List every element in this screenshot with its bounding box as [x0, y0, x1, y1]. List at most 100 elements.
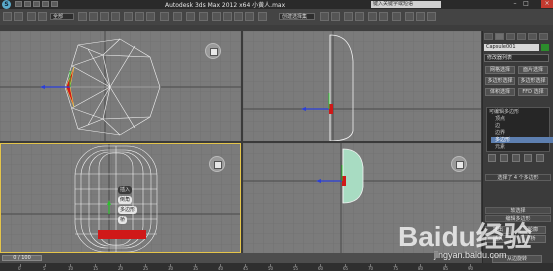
- curve-editor-icon[interactable]: [368, 12, 377, 21]
- track-tick-label: 50: [268, 266, 274, 271]
- viewport-front[interactable]: [243, 31, 481, 141]
- stack-item-edge[interactable]: 边: [495, 123, 500, 129]
- track-tick-label: 70: [368, 266, 374, 271]
- stack-item-element[interactable]: 元素: [495, 144, 505, 150]
- layer-manager-icon[interactable]: [344, 12, 353, 21]
- track-tick-label: 85: [443, 266, 449, 271]
- unlink-icon[interactable]: [38, 12, 47, 21]
- pivot-icon[interactable]: [173, 12, 182, 21]
- angle-snap-icon[interactable]: [223, 12, 232, 21]
- select-object-icon[interactable]: [78, 12, 87, 21]
- stack-item-border[interactable]: 边界: [495, 130, 505, 136]
- minimize-icon[interactable]: –: [510, 0, 520, 8]
- quad-menu-item-insert[interactable]: 插入: [118, 186, 133, 194]
- open-file-icon[interactable]: [24, 1, 31, 7]
- ffd-select-button[interactable]: FFD 选择: [518, 88, 548, 96]
- track-tick-label: 75: [393, 266, 399, 271]
- app-logo-icon[interactable]: S: [2, 0, 11, 9]
- soft-selection-rollout[interactable]: 软选择: [485, 207, 551, 214]
- rectangle-selection-icon[interactable]: [100, 12, 109, 21]
- tab-hierarchy-icon[interactable]: [506, 33, 515, 40]
- scale-icon[interactable]: [146, 12, 155, 21]
- percent-snap-icon[interactable]: [234, 12, 243, 21]
- track-tick-label: 20: [118, 266, 124, 271]
- selection-status: 选择了 4 个多边形: [485, 174, 551, 181]
- mesh-select-button[interactable]: 网格选择: [485, 66, 515, 74]
- poly-select-button-a[interactable]: 多边形选择: [485, 77, 515, 85]
- keyboard-shortcut-icon[interactable]: [199, 12, 208, 21]
- track-tick-label: 15: [93, 266, 99, 271]
- track-tick-label: 60: [318, 266, 324, 271]
- show-end-result-icon[interactable]: [500, 154, 508, 162]
- search-input[interactable]: 键入关键字或短语: [371, 1, 441, 8]
- viewcube-perspective-icon[interactable]: [451, 156, 467, 172]
- viewport-top[interactable]: [0, 31, 241, 141]
- tab-utilities-icon[interactable]: [539, 33, 548, 40]
- stack-root-editable-poly[interactable]: 可编辑多边形: [489, 109, 519, 115]
- reference-coord-icon[interactable]: [160, 12, 169, 21]
- rendered-frame-icon[interactable]: [416, 12, 425, 21]
- patch-select-button[interactable]: 面片选择: [518, 66, 548, 74]
- tab-modify-icon[interactable]: [495, 33, 504, 40]
- snap-toggle-icon[interactable]: [212, 12, 221, 21]
- track-tick-label: 65: [343, 266, 349, 271]
- stack-item-vertex[interactable]: 顶点: [495, 116, 505, 122]
- undo-tool-icon[interactable]: [3, 12, 12, 21]
- tab-motion-icon[interactable]: [517, 33, 526, 40]
- new-file-icon[interactable]: [15, 1, 22, 7]
- track-tick-label: 30: [168, 266, 174, 271]
- window-crossing-icon[interactable]: [111, 12, 120, 21]
- pin-stack-icon[interactable]: [488, 154, 496, 162]
- mirror-icon[interactable]: [320, 12, 329, 21]
- time-slider-thumb[interactable]: 0 / 100: [2, 255, 42, 261]
- close-icon[interactable]: ×: [541, 0, 553, 8]
- move-icon[interactable]: [124, 12, 133, 21]
- object-color-swatch[interactable]: [541, 44, 549, 51]
- vol-select-button[interactable]: 体积选择: [485, 88, 515, 96]
- track-tick-label: 35: [193, 266, 199, 271]
- maximize-icon[interactable]: □: [521, 0, 531, 8]
- track-tick-label: 0: [18, 266, 21, 271]
- material-editor-icon[interactable]: [392, 12, 401, 21]
- track-tick-label: 90: [468, 266, 474, 271]
- viewcube-top-icon[interactable]: [205, 43, 221, 59]
- graphite-ribbon-icon[interactable]: [355, 12, 364, 21]
- edit-named-selection-icon[interactable]: [258, 12, 267, 21]
- quad-menu-item-bridge[interactable]: 桥: [118, 216, 128, 224]
- redo-icon[interactable]: [51, 1, 58, 7]
- track-tick-label: 45: [243, 266, 249, 271]
- tab-create-icon[interactable]: [484, 33, 493, 40]
- poly-select-button-b[interactable]: 多边形选择: [518, 77, 548, 85]
- rotate-icon[interactable]: [135, 12, 144, 21]
- render-icon[interactable]: [427, 12, 436, 21]
- quad-menu-item-polygon[interactable]: 多边形: [118, 206, 138, 214]
- modifier-list-dropdown[interactable]: 修改器列表: [484, 54, 549, 62]
- selection-filter-dropdown[interactable]: 全部: [50, 13, 74, 20]
- redo-tool-icon[interactable]: [14, 12, 23, 21]
- select-manipulate-icon[interactable]: [186, 12, 195, 21]
- render-setup-icon[interactable]: [405, 12, 414, 21]
- track-tick-label: 55: [293, 266, 299, 271]
- spinner-snap-icon[interactable]: [245, 12, 254, 21]
- track-tick-label: 80: [418, 266, 424, 271]
- quad-menu-item-bevel[interactable]: 倒角: [118, 196, 133, 204]
- configure-sets-icon[interactable]: [536, 154, 544, 162]
- viewcube-left-icon[interactable]: [209, 156, 225, 172]
- command-panel-tabs: [484, 33, 551, 40]
- object-name-field[interactable]: Capsule001: [484, 44, 539, 51]
- baidu-watermark-url: jingyan.baidu.com: [434, 250, 507, 260]
- quad-menu: 插入 倒角 多边形 桥: [118, 186, 140, 232]
- select-by-name-icon[interactable]: [89, 12, 98, 21]
- tab-display-icon[interactable]: [528, 33, 537, 40]
- track-tick-label: 5: [43, 266, 46, 271]
- make-unique-icon[interactable]: [512, 154, 520, 162]
- remove-modifier-icon[interactable]: [524, 154, 532, 162]
- link-icon[interactable]: [27, 12, 36, 21]
- stack-item-polygon[interactable]: 多边形: [491, 137, 553, 143]
- schematic-view-icon[interactable]: [379, 12, 388, 21]
- undo-icon[interactable]: [42, 1, 49, 7]
- align-icon[interactable]: [331, 12, 340, 21]
- save-file-icon[interactable]: [33, 1, 40, 7]
- track-tick-label: 25: [143, 266, 149, 271]
- named-selection-dropdown[interactable]: 创建选择集: [279, 13, 315, 20]
